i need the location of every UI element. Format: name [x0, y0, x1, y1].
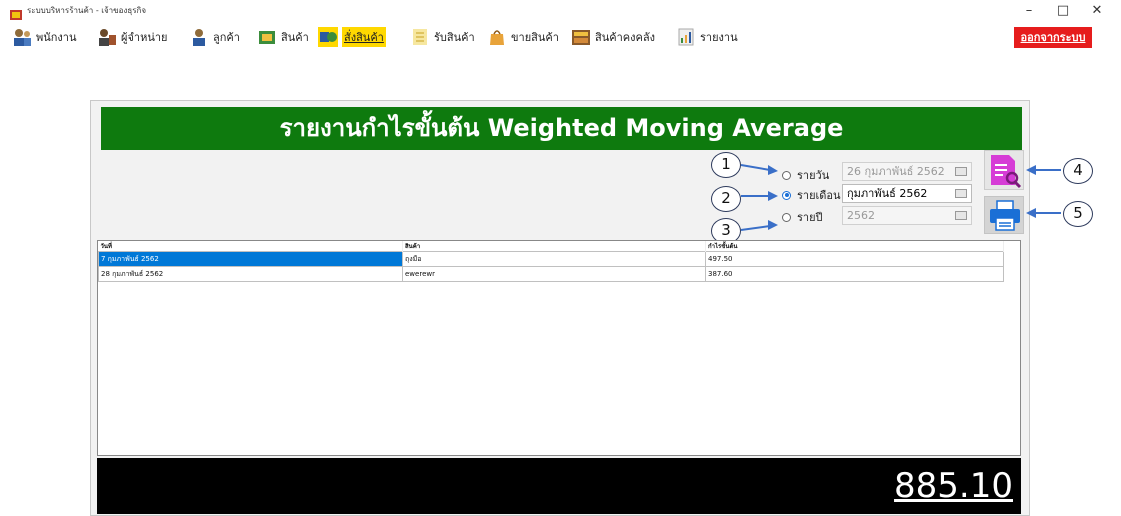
menu-item-employees[interactable]: พนักงาน [12, 26, 77, 48]
radio-daily-label: รายวัน [797, 169, 830, 182]
menu-item-products[interactable]: สินค้า [257, 26, 309, 48]
order-icon [318, 27, 338, 47]
daily-date-picker[interactable]: 26 กุมภาพันธ์ 2562 [842, 162, 972, 181]
sell-icon [487, 27, 507, 47]
column-header-date[interactable]: วันที่ [98, 241, 403, 252]
menu-item-label: รายงาน [700, 31, 738, 44]
menu-item-label: ผู้จำหน่าย [121, 31, 168, 44]
menu-item-label: พนักงาน [36, 31, 77, 44]
radio-yearly[interactable]: รายปี [782, 208, 823, 226]
receive-icon [410, 27, 430, 47]
inventory-icon [571, 27, 591, 47]
menu-item-receive[interactable]: รับสินค้า [410, 26, 475, 48]
radio-button[interactable] [782, 170, 791, 180]
menu-item-label: รับสินค้า [434, 31, 475, 44]
menu-item-label: สั่งสินค้า [342, 27, 386, 47]
menu-item-reports[interactable]: รายงาน [676, 26, 738, 48]
radio-yearly-label: รายปี [797, 211, 823, 224]
radio-daily[interactable]: รายวัน [782, 166, 829, 184]
cell-product[interactable]: ถุงมือ [402, 251, 706, 267]
report-preview-icon [991, 155, 1022, 189]
report-table: วันที่ สินค้า กำไรขั้นต้น 7 กุมภาพันธ์ 2… [98, 241, 1004, 282]
table-row[interactable]: 7 กุมภาพันธ์ 2562 ถุงมือ 497.50 [98, 251, 1004, 267]
radio-monthly[interactable]: รายเดือน [782, 186, 841, 204]
product-icon [257, 27, 277, 47]
table-row[interactable]: 28 กุมภาพันธ์ 2562 ewerewr 387.60 [98, 266, 1004, 282]
minimize-button[interactable]: – [1014, 2, 1044, 20]
supplier-icon [97, 27, 117, 47]
printer-icon [990, 200, 1020, 231]
table-header-row: วันที่ สินค้า กำไรขั้นต้น [98, 241, 1004, 252]
report-title: รายงานกำไรขั้นต้น Weighted Moving Averag… [101, 107, 1022, 150]
cell-profit[interactable]: 387.60 [705, 266, 1004, 282]
monthly-date-value: กุมภาพันธ์ 2562 [847, 187, 928, 200]
title-bar: ระบบบริหารร้านค้า - เจ้าของธุรกิจ – □ ✕ [0, 0, 1121, 22]
app-icon [10, 5, 22, 20]
maximize-button[interactable]: □ [1048, 2, 1078, 20]
calendar-icon[interactable] [955, 189, 967, 198]
callout-5: 5 [1063, 201, 1093, 227]
menu-item-label: สินค้า [281, 31, 309, 44]
print-button[interactable] [984, 196, 1024, 234]
cell-date[interactable]: 7 กุมภาพันธ์ 2562 [98, 251, 403, 267]
column-header-product[interactable]: สินค้า [402, 241, 706, 252]
menu-item-order[interactable]: สั่งสินค้า [318, 26, 386, 48]
yearly-date-value: 2562 [847, 209, 875, 222]
menu-item-suppliers[interactable]: ผู้จำหน่าย [97, 26, 167, 48]
menu-item-customers[interactable]: ลูกค้า [189, 26, 240, 48]
cell-date[interactable]: 28 กุมภาพันธ์ 2562 [98, 266, 403, 282]
menu-item-label: สินค้าคงคลัง [595, 31, 655, 44]
column-header-profit[interactable]: กำไรขั้นต้น [705, 241, 1004, 252]
daily-date-value: 26 กุมภาพันธ์ 2562 [847, 165, 945, 178]
callout-1: 1 [711, 152, 741, 178]
menu-item-inventory[interactable]: สินค้าคงคลัง [571, 26, 655, 48]
total-bar: 885.10 [97, 458, 1021, 514]
calendar-icon[interactable] [955, 167, 967, 176]
monthly-date-picker[interactable]: กุมภาพันธ์ 2562 [842, 184, 972, 203]
window-title: ระบบบริหารร้านค้า - เจ้าของธุรกิจ [27, 6, 147, 15]
radio-monthly-label: รายเดือน [797, 189, 841, 202]
cell-product[interactable]: ewerewr [402, 266, 706, 282]
close-button[interactable]: ✕ [1082, 2, 1112, 20]
radio-button[interactable] [782, 212, 791, 222]
logout-button[interactable]: ออกจากระบบ [1014, 27, 1092, 48]
menu-item-label: ลูกค้า [213, 31, 240, 44]
report-icon [676, 27, 696, 47]
calendar-icon[interactable] [955, 211, 967, 220]
customer-icon [189, 27, 209, 47]
preview-report-button[interactable] [984, 150, 1024, 190]
report-grid[interactable]: วันที่ สินค้า กำไรขั้นต้น 7 กุมภาพันธ์ 2… [97, 240, 1021, 456]
main-menu-bar: พนักงาน ผู้จำหน่าย ลูกค้า สินค้า สั่งสิน… [0, 22, 1121, 50]
radio-button[interactable] [782, 190, 791, 200]
menu-item-label: ขายสินค้า [511, 31, 559, 44]
callout-2: 2 [711, 186, 741, 212]
total-profit-value: 885.10 [894, 466, 1013, 506]
employee-icon [12, 27, 32, 47]
callout-4: 4 [1063, 158, 1093, 184]
cell-profit[interactable]: 497.50 [705, 251, 1004, 267]
yearly-date-picker[interactable]: 2562 [842, 206, 972, 225]
menu-item-sell[interactable]: ขายสินค้า [487, 26, 559, 48]
